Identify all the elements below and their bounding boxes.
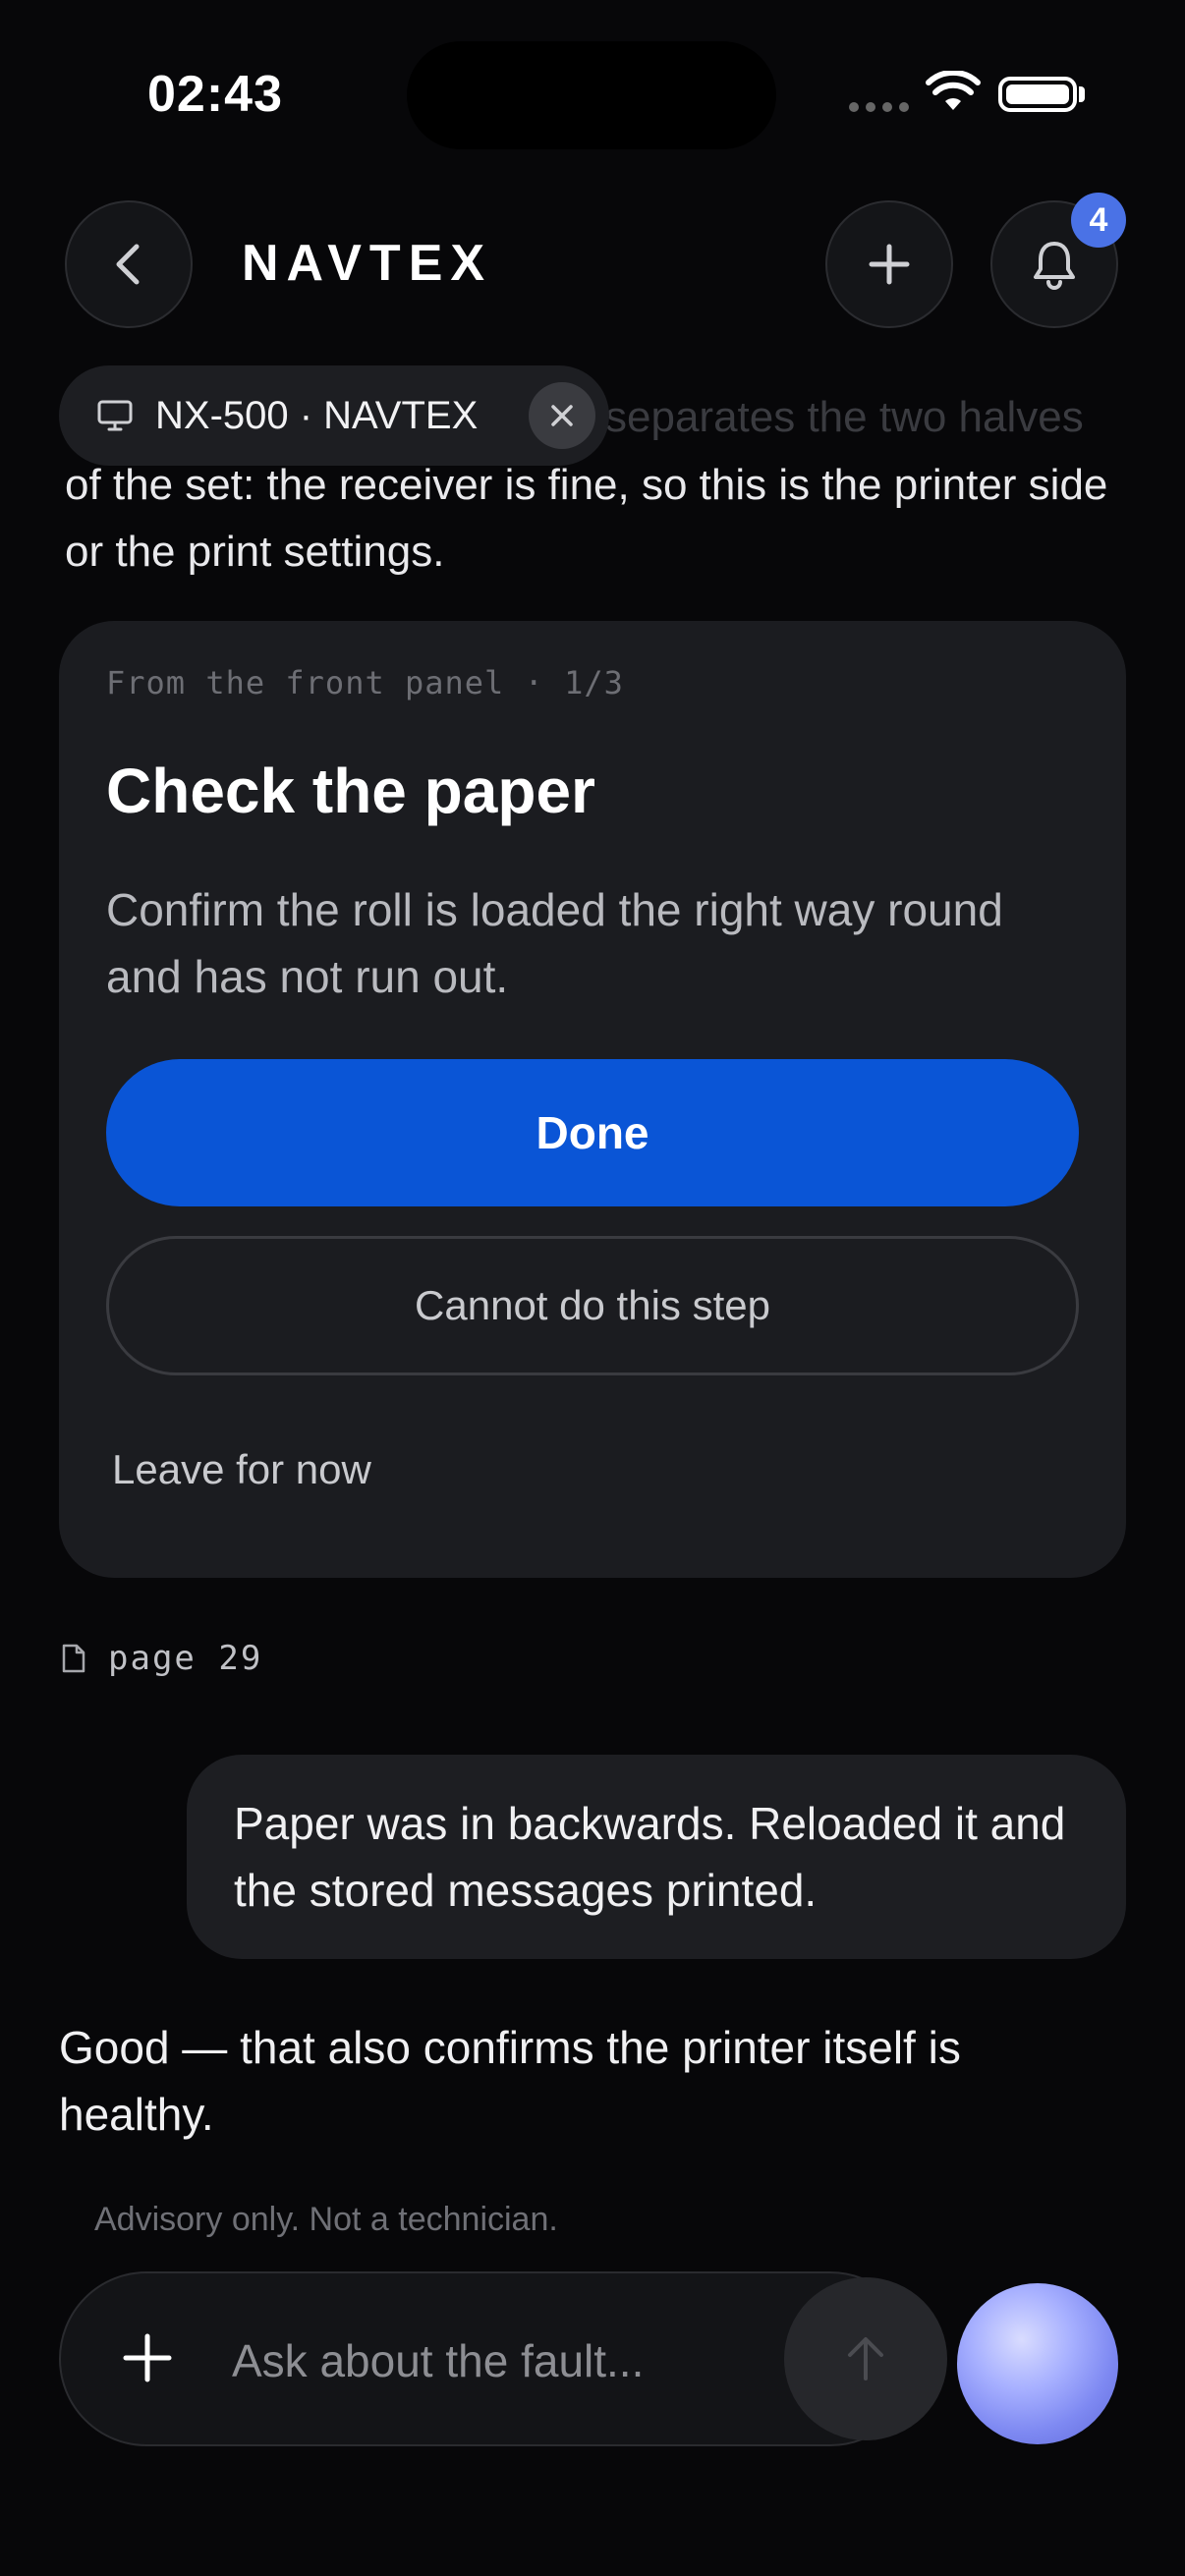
device-chip-label: NX-500 · NAVTEX [155, 393, 479, 437]
close-icon [551, 405, 573, 426]
new-chat-button[interactable] [825, 200, 953, 328]
monitor-icon [97, 400, 133, 431]
cannot-do-step-button[interactable]: Cannot do this step [106, 1236, 1079, 1375]
dynamic-island [407, 41, 776, 149]
device-chip[interactable]: NX-500 · NAVTEX [59, 365, 609, 466]
remove-device-button[interactable] [529, 382, 595, 449]
assistant-intro-text: of the set: the receiver is fine, so thi… [65, 461, 1108, 576]
disclaimer: Advisory only. Not a technician. [94, 2201, 558, 2238]
user-message-bubble: Paper was in backwards. Reloaded it and … [187, 1755, 1126, 1959]
back-chevron-icon [116, 244, 140, 285]
step-title: Check the paper [106, 756, 595, 826]
step-body: Confirm the roll is loaded the right way… [106, 884, 1003, 1002]
page-reference[interactable]: page 29 [61, 1639, 262, 1678]
back-button[interactable] [65, 200, 193, 328]
page-reference-label: page 29 [108, 1639, 263, 1678]
page-title: NAVTEX [242, 235, 493, 292]
bell-icon [1034, 242, 1075, 290]
leave-for-now-link[interactable]: Leave for now [112, 1446, 371, 1493]
assistant-orb-button[interactable] [957, 2283, 1118, 2444]
attach-plus-icon[interactable] [118, 2328, 177, 2387]
send-button[interactable] [784, 2277, 947, 2440]
plus-icon [869, 244, 910, 285]
battery-icon [998, 77, 1077, 112]
notification-badge: 4 [1071, 193, 1126, 248]
done-button[interactable]: Done [106, 1059, 1079, 1206]
battery-tip [1079, 86, 1085, 102]
step-label: From the front panel · 1/3 [106, 664, 624, 701]
status-time: 02:43 [147, 66, 283, 123]
message-input[interactable] [230, 2321, 764, 2401]
send-arrow-icon [848, 2337, 883, 2380]
cellular-signal-icon [849, 102, 909, 112]
assistant-reply: Good — that also confirms the printer it… [59, 2022, 961, 2140]
wifi-icon [926, 71, 981, 110]
document-icon [62, 1644, 85, 1673]
